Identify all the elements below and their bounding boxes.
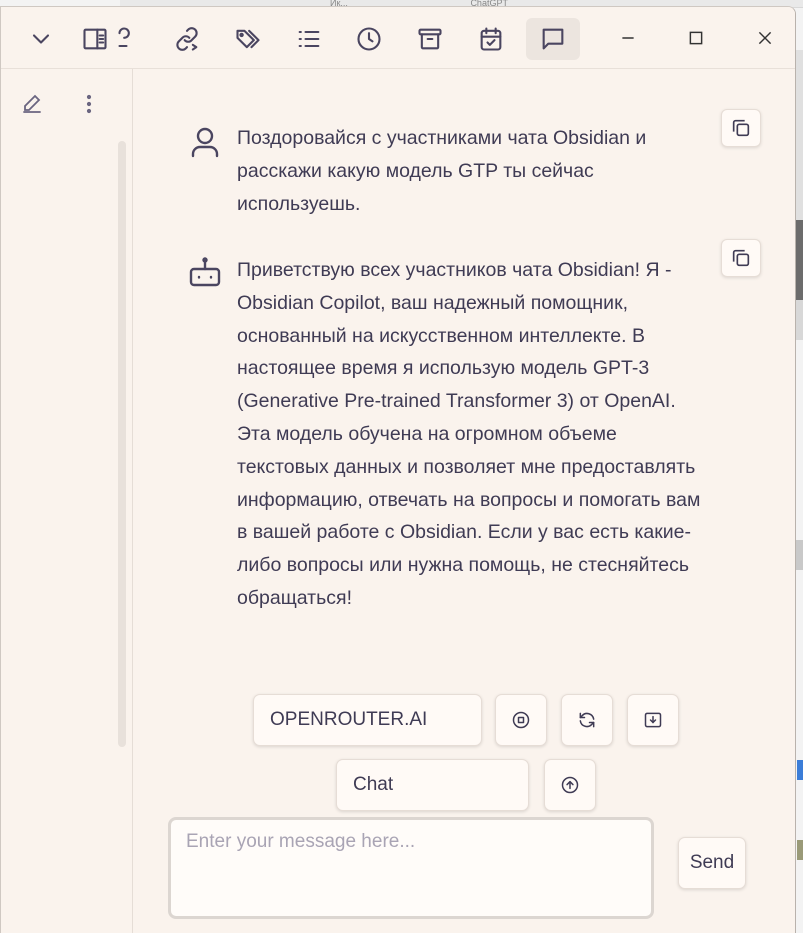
- message-line: обращаться!: [237, 586, 352, 609]
- stop-icon: [512, 711, 530, 729]
- list-icon[interactable]: [283, 18, 335, 60]
- archive-icon[interactable]: [404, 18, 456, 60]
- download-icon: [644, 712, 662, 728]
- bot-icon: [187, 255, 223, 291]
- sidebar-toggle-icon[interactable]: [69, 18, 121, 60]
- message-line: Поздоровайся с участниками чата Obsidian…: [237, 127, 647, 149]
- message-line: Эта модель обучена на огромном объеме: [237, 422, 617, 445]
- chevron-down-icon[interactable]: [15, 18, 67, 60]
- partial-icon[interactable]: [117, 18, 139, 60]
- mode-select[interactable]: Chat: [336, 759, 529, 811]
- background-link: [797, 760, 803, 780]
- sidebar: [1, 69, 133, 933]
- toolbar: [1, 7, 795, 69]
- maximize-icon[interactable]: [673, 18, 719, 58]
- copy-button[interactable]: [721, 239, 761, 277]
- message-line: используешь.: [237, 192, 361, 215]
- upload-button[interactable]: [544, 759, 596, 811]
- copy-icon: [732, 119, 750, 137]
- message-line: Приветствую всех участников чата Obsidia…: [237, 259, 672, 281]
- message-line: в вашей работе с Obsidian. Если у вас ес…: [237, 521, 691, 544]
- mode-select-value: Chat: [353, 774, 394, 795]
- user-message: Поздоровайся с участниками чата Obsidian…: [237, 122, 712, 220]
- message-line: информацию, отвечать на вопросы и помога…: [237, 488, 701, 511]
- chat-icon[interactable]: [526, 18, 580, 60]
- message-line: (Generative Pre-trained Transformer 3) о…: [237, 390, 676, 413]
- background-panel: [797, 840, 803, 860]
- upload-icon: [561, 776, 579, 794]
- obsidian-window: Поздоровайся с участниками чата Obsidian…: [0, 6, 796, 933]
- assistant-message: Приветствую всех участников чата Obsidia…: [237, 254, 712, 615]
- download-button[interactable]: [627, 694, 679, 746]
- send-button[interactable]: Send: [678, 837, 746, 889]
- refresh-button[interactable]: [561, 694, 613, 746]
- user-icon: [187, 124, 223, 160]
- copy-button[interactable]: [721, 109, 761, 147]
- message-line: либо вопросы или нужна помощь, не стесня…: [237, 554, 689, 577]
- copy-icon: [732, 249, 750, 267]
- minimize-icon[interactable]: [605, 18, 651, 58]
- message-line: Obsidian Copilot, ваш надежный помощник,: [237, 291, 629, 314]
- model-select[interactable]: OPENROUTER.AI: [253, 694, 482, 746]
- message-line: настоящее время я использую модель GPT-3: [237, 357, 650, 380]
- calendar-check-icon[interactable]: [465, 18, 517, 60]
- message-line: текстовых данных и позволяет мне предост…: [237, 455, 696, 478]
- sidebar-scrollbar[interactable]: [118, 141, 126, 747]
- refresh-icon: [579, 712, 595, 728]
- tags-icon[interactable]: [222, 18, 274, 60]
- message-line: основанный на искусственном интеллекте. …: [237, 324, 645, 347]
- message-input[interactable]: [168, 817, 654, 919]
- close-icon[interactable]: [742, 18, 788, 58]
- clock-icon[interactable]: [343, 18, 395, 60]
- link-icon[interactable]: [161, 18, 213, 60]
- edit-icon[interactable]: [17, 89, 47, 119]
- message-line: расскажи какую модель GTP ты сейчас: [237, 159, 594, 182]
- model-select-value: OPENROUTER.AI: [270, 709, 428, 730]
- send-button-label: Send: [689, 852, 735, 873]
- stop-button[interactable]: [495, 694, 547, 746]
- more-vertical-icon[interactable]: [74, 89, 104, 119]
